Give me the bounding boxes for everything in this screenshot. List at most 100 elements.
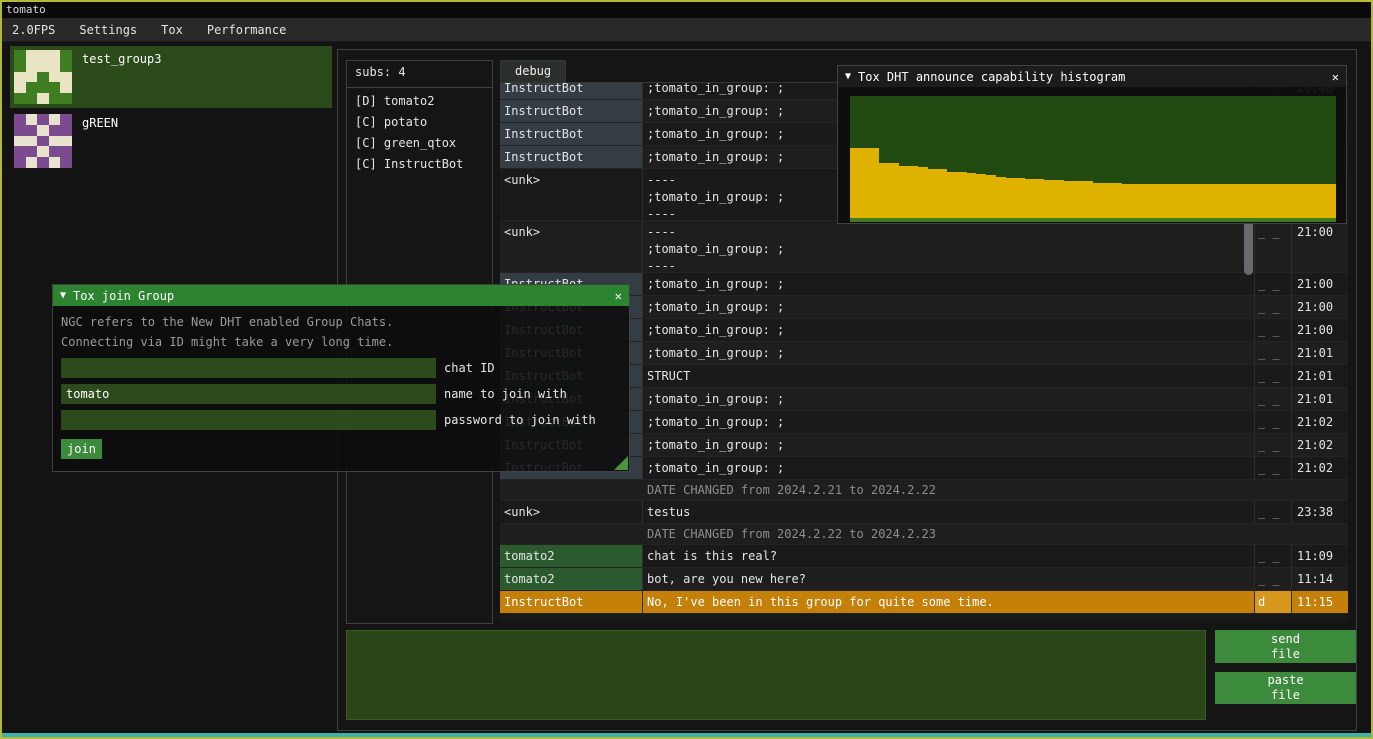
roster-item-gREEN[interactable]: gREEN <box>10 110 332 172</box>
message-text: ;tomato_in_group: ; <box>643 342 1255 364</box>
roster-item-test_group3[interactable]: test_group3 <box>10 46 332 108</box>
message-time: 21:01 <box>1292 365 1347 387</box>
histogram-plot <box>850 96 1336 222</box>
group-name: test_group3 <box>82 50 161 66</box>
message-text: ;tomato_in_group: ; <box>643 434 1255 456</box>
chat-row[interactable]: tomato2chat is this real?_ _11:09 <box>500 545 1348 568</box>
histogram-window-body <box>838 87 1346 223</box>
group-avatar <box>14 50 72 104</box>
paste-file-button[interactable]: paste file <box>1215 672 1356 704</box>
message-flags: _ _ <box>1255 273 1292 295</box>
join-input-chat-ID[interactable] <box>61 358 436 378</box>
join-group-window-body: NGC refers to the New DHT enabled Group … <box>53 306 629 471</box>
menu-item-performance[interactable]: Performance <box>195 23 298 37</box>
menubar: 2.0FPS SettingsToxPerformance <box>2 18 1371 42</box>
histogram-window: ▼ Tox DHT announce capability histogram … <box>837 65 1347 224</box>
chat-row[interactable]: <unk>----;tomato_in_group: ;----_ _21:00 <box>500 221 1348 273</box>
join-fields: chat ID name to join with password to join… <box>53 358 629 430</box>
message-flags: _ _ <box>1255 296 1292 318</box>
message-flags: _ _ <box>1255 434 1292 456</box>
message-time: 21:00 <box>1292 319 1347 341</box>
app-window: tomato 2.0FPS SettingsToxPerformance tes… <box>0 0 1373 739</box>
chat-row[interactable]: tomato2bot, are you new here?_ _11:14 <box>500 568 1348 591</box>
sender-name: InstructBot <box>500 123 643 145</box>
chat-row-date: DATE CHANGED from 2024.2.21 to 2024.2.22 <box>500 480 1348 501</box>
message-text: ;tomato_in_group: ; <box>643 296 1255 318</box>
collapse-icon[interactable]: ▼ <box>845 71 851 82</box>
menu-item-tox[interactable]: Tox <box>149 23 195 37</box>
message-flags: _ _ <box>1255 388 1292 410</box>
message-flags: _ _ <box>1255 365 1292 387</box>
join-input-password-to-join-with[interactable] <box>61 410 436 430</box>
composer-input[interactable] <box>346 630 1206 720</box>
chat-row[interactable]: InstructBotNo, I've been in this group f… <box>500 591 1348 614</box>
collapse-icon[interactable]: ▼ <box>60 290 66 301</box>
histogram-window-title: Tox DHT announce capability histogram <box>858 70 1125 84</box>
sender-name: <unk> <box>500 169 643 220</box>
message-flags: _ _ <box>1255 457 1292 479</box>
join-info-line: Connecting via ID might take a very long… <box>61 332 629 352</box>
group-avatar <box>14 114 72 168</box>
message-text: ;tomato_in_group: ; <box>643 411 1255 433</box>
members-header: subs: 4 <box>347 61 492 83</box>
resize-grip-icon[interactable] <box>614 456 628 470</box>
sender-name: InstructBot <box>500 591 643 613</box>
join-input-name-to-join-with[interactable] <box>61 384 436 404</box>
join-button[interactable]: join <box>61 439 102 459</box>
member-item[interactable]: [C] InstructBot <box>347 154 492 175</box>
message-flags: _ _ <box>1255 221 1292 272</box>
message-text: ;tomato_in_group: ; <box>643 319 1255 341</box>
sender-name: <unk> <box>500 221 643 272</box>
sender-name: tomato2 <box>500 568 643 590</box>
date-changed-text: DATE CHANGED from 2024.2.22 to 2024.2.23 <box>643 524 940 544</box>
join-field-label: password to join with <box>444 413 596 427</box>
close-icon[interactable]: ✕ <box>1332 70 1339 84</box>
message-flags: _ _ <box>1255 342 1292 364</box>
chat-row[interactable]: <unk>testus_ _23:38 <box>500 501 1348 524</box>
message-flags: _ _ <box>1255 501 1292 523</box>
message-flags: _ _ <box>1255 411 1292 433</box>
send-file-button[interactable]: send file <box>1215 630 1356 663</box>
message-time: 21:01 <box>1292 388 1347 410</box>
message-time: 21:00 <box>1292 273 1347 295</box>
message-text: ;tomato_in_group: ; <box>643 388 1255 410</box>
member-item[interactable]: [C] potato <box>347 112 492 133</box>
sender-name: <unk> <box>500 501 643 523</box>
date-changed-text: DATE CHANGED from 2024.2.21 to 2024.2.22 <box>643 480 940 500</box>
join-field-label: chat ID <box>444 361 495 375</box>
message-time: 23:38 <box>1292 501 1347 523</box>
close-icon[interactable]: ✕ <box>615 289 622 303</box>
sender-name: tomato2 <box>500 545 643 567</box>
member-item[interactable]: [D] tomato2 <box>347 91 492 112</box>
message-flags: d <box>1255 591 1292 613</box>
join-info-line: NGC refers to the New DHT enabled Group … <box>61 312 629 332</box>
message-flags: _ _ <box>1255 545 1292 567</box>
sender-name: InstructBot <box>500 146 643 168</box>
message-flags: _ _ <box>1255 568 1292 590</box>
join-field-row: password to join with <box>61 410 629 430</box>
fps-indicator: 2.0FPS <box>6 23 67 37</box>
message-text: No, I've been in this group for quite so… <box>643 591 1255 613</box>
tab-debug[interactable]: debug <box>500 60 566 82</box>
message-time: 21:00 <box>1292 296 1347 318</box>
message-text: ;tomato_in_group: ; <box>643 457 1255 479</box>
message-time: 21:01 <box>1292 342 1347 364</box>
join-group-window: ▼ Tox join Group ✕ NGC refers to the New… <box>52 284 630 472</box>
message-text: ----;tomato_in_group: ;---- <box>643 221 1255 272</box>
join-field-row: chat ID <box>61 358 629 378</box>
window-titlebar[interactable]: tomato <box>2 2 1371 18</box>
group-name: gREEN <box>82 114 118 130</box>
message-time: 11:09 <box>1292 545 1347 567</box>
window-title: tomato <box>6 3 46 16</box>
join-group-window-titlebar[interactable]: ▼ Tox join Group ✕ <box>53 285 629 306</box>
message-time: 21:02 <box>1292 434 1347 456</box>
message-time: 21:02 <box>1292 411 1347 433</box>
sender-name: InstructBot <box>500 100 643 122</box>
message-text: testus <box>643 501 1255 523</box>
join-field-label: name to join with <box>444 387 567 401</box>
join-field-row: name to join with <box>61 384 629 404</box>
menu-item-settings[interactable]: Settings <box>67 23 149 37</box>
member-item[interactable]: [C] green_qtox <box>347 133 492 154</box>
message-text: ;tomato_in_group: ; <box>643 273 1255 295</box>
histogram-window-titlebar[interactable]: ▼ Tox DHT announce capability histogram … <box>838 66 1346 87</box>
